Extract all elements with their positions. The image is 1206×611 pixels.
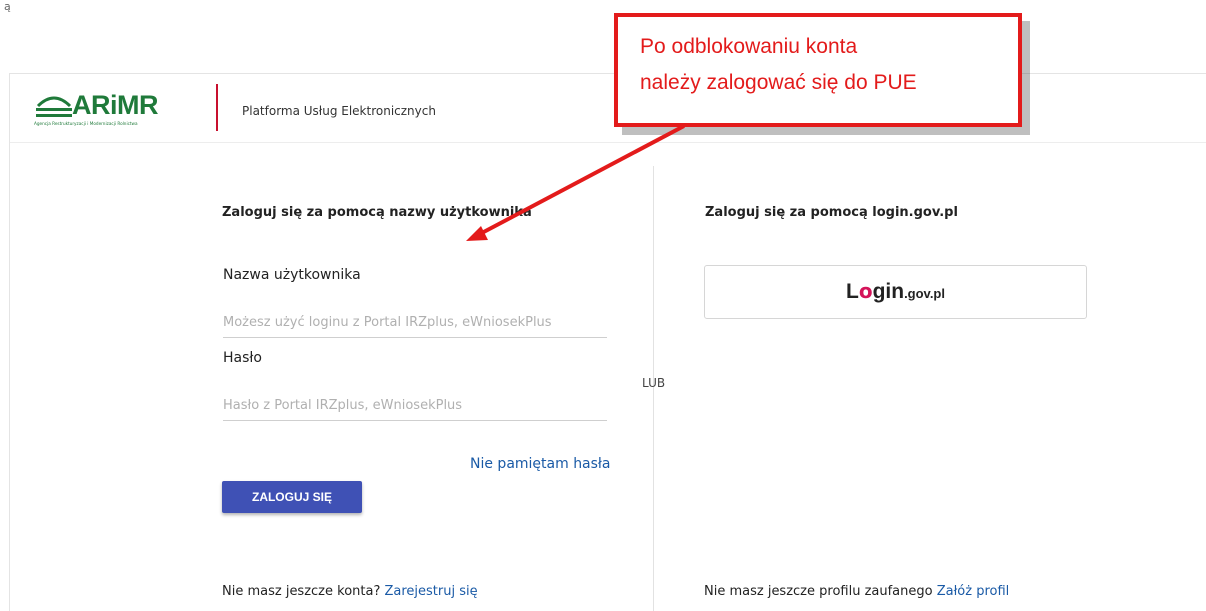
annotation-arrow-icon <box>466 124 685 241</box>
